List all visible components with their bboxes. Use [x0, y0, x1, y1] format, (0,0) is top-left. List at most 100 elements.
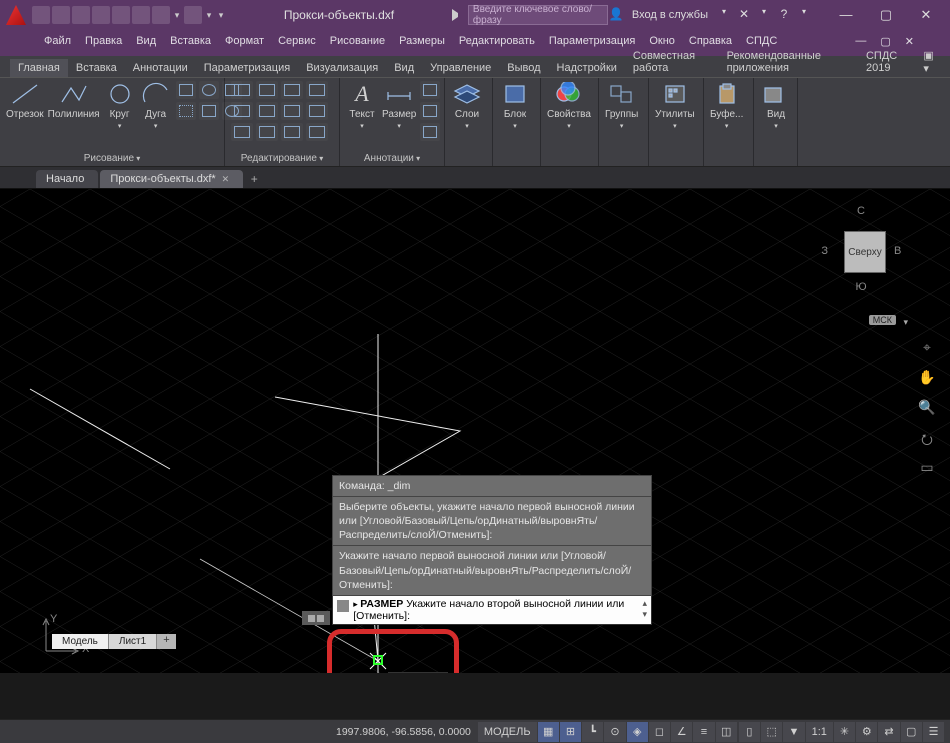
layout-tab-model[interactable]: Модель	[52, 634, 109, 649]
nav-zoom-icon[interactable]: 🔍	[917, 399, 937, 419]
text-button[interactable]: AТекст▾	[346, 81, 378, 130]
mod-2[interactable]	[256, 81, 278, 99]
panel-modify-label[interactable]: Редактирование	[231, 151, 333, 166]
line-button[interactable]: Отрезок	[6, 81, 44, 120]
status-polar-icon[interactable]: ⊙	[604, 722, 625, 742]
viewcube-n[interactable]: С	[816, 205, 906, 217]
status-gizmo-icon[interactable]: ⬚	[761, 722, 782, 742]
circle-button[interactable]: Круг▾	[104, 81, 136, 130]
status-iso-icon[interactable]: ◈	[627, 722, 648, 742]
exchange-icon[interactable]: ✕	[736, 7, 752, 23]
draw-sm-1[interactable]	[176, 81, 196, 99]
layers-button[interactable]: Слои▾	[451, 81, 483, 130]
signin-button[interactable]: Вход в службы	[628, 9, 712, 21]
drawing-canvas[interactable]: С З В Сверху Ю МСК ▾ ⌖ ✋ 🔍 ⭮ ▭ Конточка …	[0, 189, 950, 673]
mod-5[interactable]	[231, 102, 253, 120]
qat-new[interactable]	[32, 6, 50, 24]
status-max-icon[interactable]: ▢	[901, 722, 922, 742]
draw-sm-2[interactable]	[199, 81, 219, 99]
status-gear-icon[interactable]: ⚙	[856, 722, 877, 742]
ribbon-collapse-icon[interactable]: ▣ ▾	[919, 47, 942, 77]
properties-button[interactable]: Свойства▾	[547, 81, 591, 130]
status-scale[interactable]: 1:1	[806, 722, 833, 742]
menu-tools[interactable]: Сервис	[272, 33, 322, 49]
clipboard-button[interactable]: Буфе...▾	[710, 81, 743, 130]
status-coords[interactable]: 1997.9806, -96.5856, 0.0000	[330, 726, 477, 738]
wcs-drop-icon[interactable]: ▾	[903, 317, 908, 328]
dimension-button[interactable]: Размер▾	[382, 81, 416, 130]
panel-anno-label[interactable]: Аннотации	[346, 151, 438, 166]
file-tab-start[interactable]: Начало	[36, 170, 98, 188]
exchange-drop[interactable]: ▾	[756, 7, 772, 23]
block-button[interactable]: Блок▾	[499, 81, 531, 130]
signin-drop[interactable]: ▾	[716, 7, 732, 23]
draw-sm-5[interactable]	[199, 102, 219, 120]
file-tab-new[interactable]: +	[245, 170, 263, 188]
qat-open[interactable]	[52, 6, 70, 24]
menu-draw[interactable]: Рисование	[324, 33, 391, 49]
view-button[interactable]: Вид▾	[760, 81, 792, 130]
layout-tab-add[interactable]: +	[157, 634, 175, 649]
menu-dim[interactable]: Размеры	[393, 33, 451, 49]
close-button[interactable]: ✕	[906, 1, 946, 29]
status-filter-icon[interactable]: ▼	[783, 722, 804, 742]
status-lwt-icon[interactable]: ≡	[693, 722, 714, 742]
status-trans-icon[interactable]: ◫	[716, 722, 737, 742]
mod-4[interactable]	[306, 81, 328, 99]
nav-orbit-icon[interactable]: ⭮	[917, 429, 937, 449]
help-drop[interactable]: ▾	[796, 7, 812, 23]
anno-sm-1[interactable]	[420, 81, 440, 99]
ribbon-tab-view[interactable]: Вид	[386, 59, 422, 77]
maximize-button[interactable]: ▢	[866, 1, 906, 29]
file-tab-current[interactable]: Прокси-объекты.dxf*✕	[100, 170, 243, 188]
anno-sm-2[interactable]	[420, 102, 440, 120]
viewcube-top[interactable]: Сверху	[844, 231, 886, 273]
minimize-button[interactable]: —	[826, 1, 866, 29]
status-sel-icon[interactable]: ▯	[739, 722, 760, 742]
status-grid-icon[interactable]: ▦	[538, 722, 559, 742]
file-tab-close-icon[interactable]: ✕	[222, 174, 230, 184]
mod-9[interactable]	[231, 123, 253, 141]
ribbon-tab-spds[interactable]: СПДС 2019	[858, 47, 919, 77]
menu-view[interactable]: Вид	[130, 33, 162, 49]
app-logo[interactable]	[6, 5, 26, 25]
nav-show-icon[interactable]: ▭	[917, 459, 937, 479]
utilities-button[interactable]: Утилиты▾	[655, 81, 695, 130]
ribbon-tab-home[interactable]: Главная	[10, 59, 68, 77]
mod-3[interactable]	[281, 81, 303, 99]
ribbon-tab-visual[interactable]: Визуализация	[298, 59, 386, 77]
qat-plot[interactable]	[132, 6, 150, 24]
mod-6[interactable]	[256, 102, 278, 120]
qat-redo-drop[interactable]: ▾	[204, 6, 214, 24]
ribbon-tab-collab[interactable]: Совместная работа	[625, 47, 719, 77]
search-input[interactable]: Введите ключевое слово/фразу	[468, 5, 608, 25]
status-custom-icon[interactable]: ☰	[923, 722, 944, 742]
qat-redo[interactable]	[184, 6, 202, 24]
status-osnap-icon[interactable]: ◻	[649, 722, 670, 742]
nav-fullnav-icon[interactable]: ⌖	[917, 339, 937, 359]
command-line[interactable]: ▸ РАЗМЕР Укажите начало второй выносной …	[332, 596, 652, 625]
cmd-recent-icon[interactable]: ▴▾	[642, 598, 647, 620]
mod-7[interactable]	[281, 102, 303, 120]
menu-file[interactable]: Файл	[38, 33, 77, 49]
wcs-badge[interactable]: МСК	[869, 315, 896, 325]
cmd-handle[interactable]	[302, 611, 330, 625]
menu-insert[interactable]: Вставка	[164, 33, 217, 49]
menu-format[interactable]: Формат	[219, 33, 270, 49]
layout-tab-sheet1[interactable]: Лист1	[109, 634, 157, 649]
ribbon-tab-addins[interactable]: Надстройки	[549, 59, 625, 77]
qat-web[interactable]	[112, 6, 130, 24]
status-snap-icon[interactable]: ⊞	[560, 722, 581, 742]
viewcube-w[interactable]: З	[821, 245, 828, 257]
ribbon-tab-manage[interactable]: Управление	[422, 59, 499, 77]
status-annoscale-icon[interactable]: ✳	[834, 722, 855, 742]
polyline-button[interactable]: Полилиния	[48, 81, 100, 120]
qat-more[interactable]: ▾	[216, 6, 226, 24]
mod-8[interactable]	[306, 102, 328, 120]
mod-12[interactable]	[306, 123, 328, 141]
groups-button[interactable]: Группы▾	[605, 81, 638, 130]
view-cube[interactable]: С З В Сверху Ю	[816, 201, 906, 311]
ribbon-tab-insert[interactable]: Вставка	[68, 59, 125, 77]
mod-11[interactable]	[281, 123, 303, 141]
qat-saveas[interactable]	[92, 6, 110, 24]
